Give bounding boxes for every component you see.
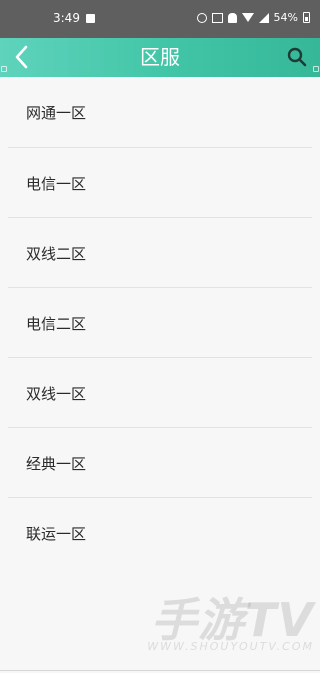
server-list: 网通一区 电信一区 双线二区 电信二区 双线一区 经典一区 联运一区: [0, 77, 320, 568]
server-item-shuangxian-2[interactable]: 双线二区: [0, 218, 320, 288]
watermark-logo-text: 手游TV: [151, 593, 314, 647]
watermark-url: WWW.SHOUYOUTV.COM: [147, 640, 314, 653]
server-item-label: 双线二区: [26, 244, 87, 263]
app-bar: 区服: [0, 38, 320, 77]
server-item-shuangxian-1[interactable]: 双线一区: [0, 358, 320, 428]
server-item-label: 经典一区: [26, 454, 87, 473]
search-icon: [287, 47, 307, 67]
status-time: 3:49: [53, 11, 80, 25]
mute-icon: [227, 12, 237, 23]
image-notification-icon: [86, 14, 95, 23]
signal-icon: [258, 12, 269, 23]
volte-icon: [211, 12, 223, 23]
battery-icon: [303, 12, 310, 23]
search-button[interactable]: [286, 46, 308, 68]
watermark: 手游TV WWW.SHOUYOUTV.COM: [147, 596, 314, 653]
server-item-jingdian-1[interactable]: 经典一区: [0, 428, 320, 498]
battery-percent: 54%: [273, 11, 298, 24]
server-item-dianxin-2[interactable]: 电信二区: [0, 288, 320, 358]
server-item-wangtong-1[interactable]: 网通一区: [0, 77, 320, 148]
page-title: 区服: [140, 45, 180, 69]
server-item-label: 电信一区: [26, 174, 87, 193]
server-item-label: 联运一区: [26, 524, 87, 543]
server-item-label: 双线一区: [26, 384, 87, 403]
server-item-lianyun-1[interactable]: 联运一区: [0, 498, 320, 568]
server-item-label: 电信二区: [26, 314, 87, 333]
wifi-icon: [241, 13, 254, 22]
alarm-icon: [196, 12, 207, 23]
status-bar: 3:49 54%: [0, 0, 320, 38]
bottom-divider: [0, 670, 320, 671]
server-item-dianxin-1[interactable]: 电信一区: [0, 148, 320, 218]
server-item-label: 网通一区: [26, 104, 87, 122]
status-icons: 54%: [196, 11, 310, 24]
